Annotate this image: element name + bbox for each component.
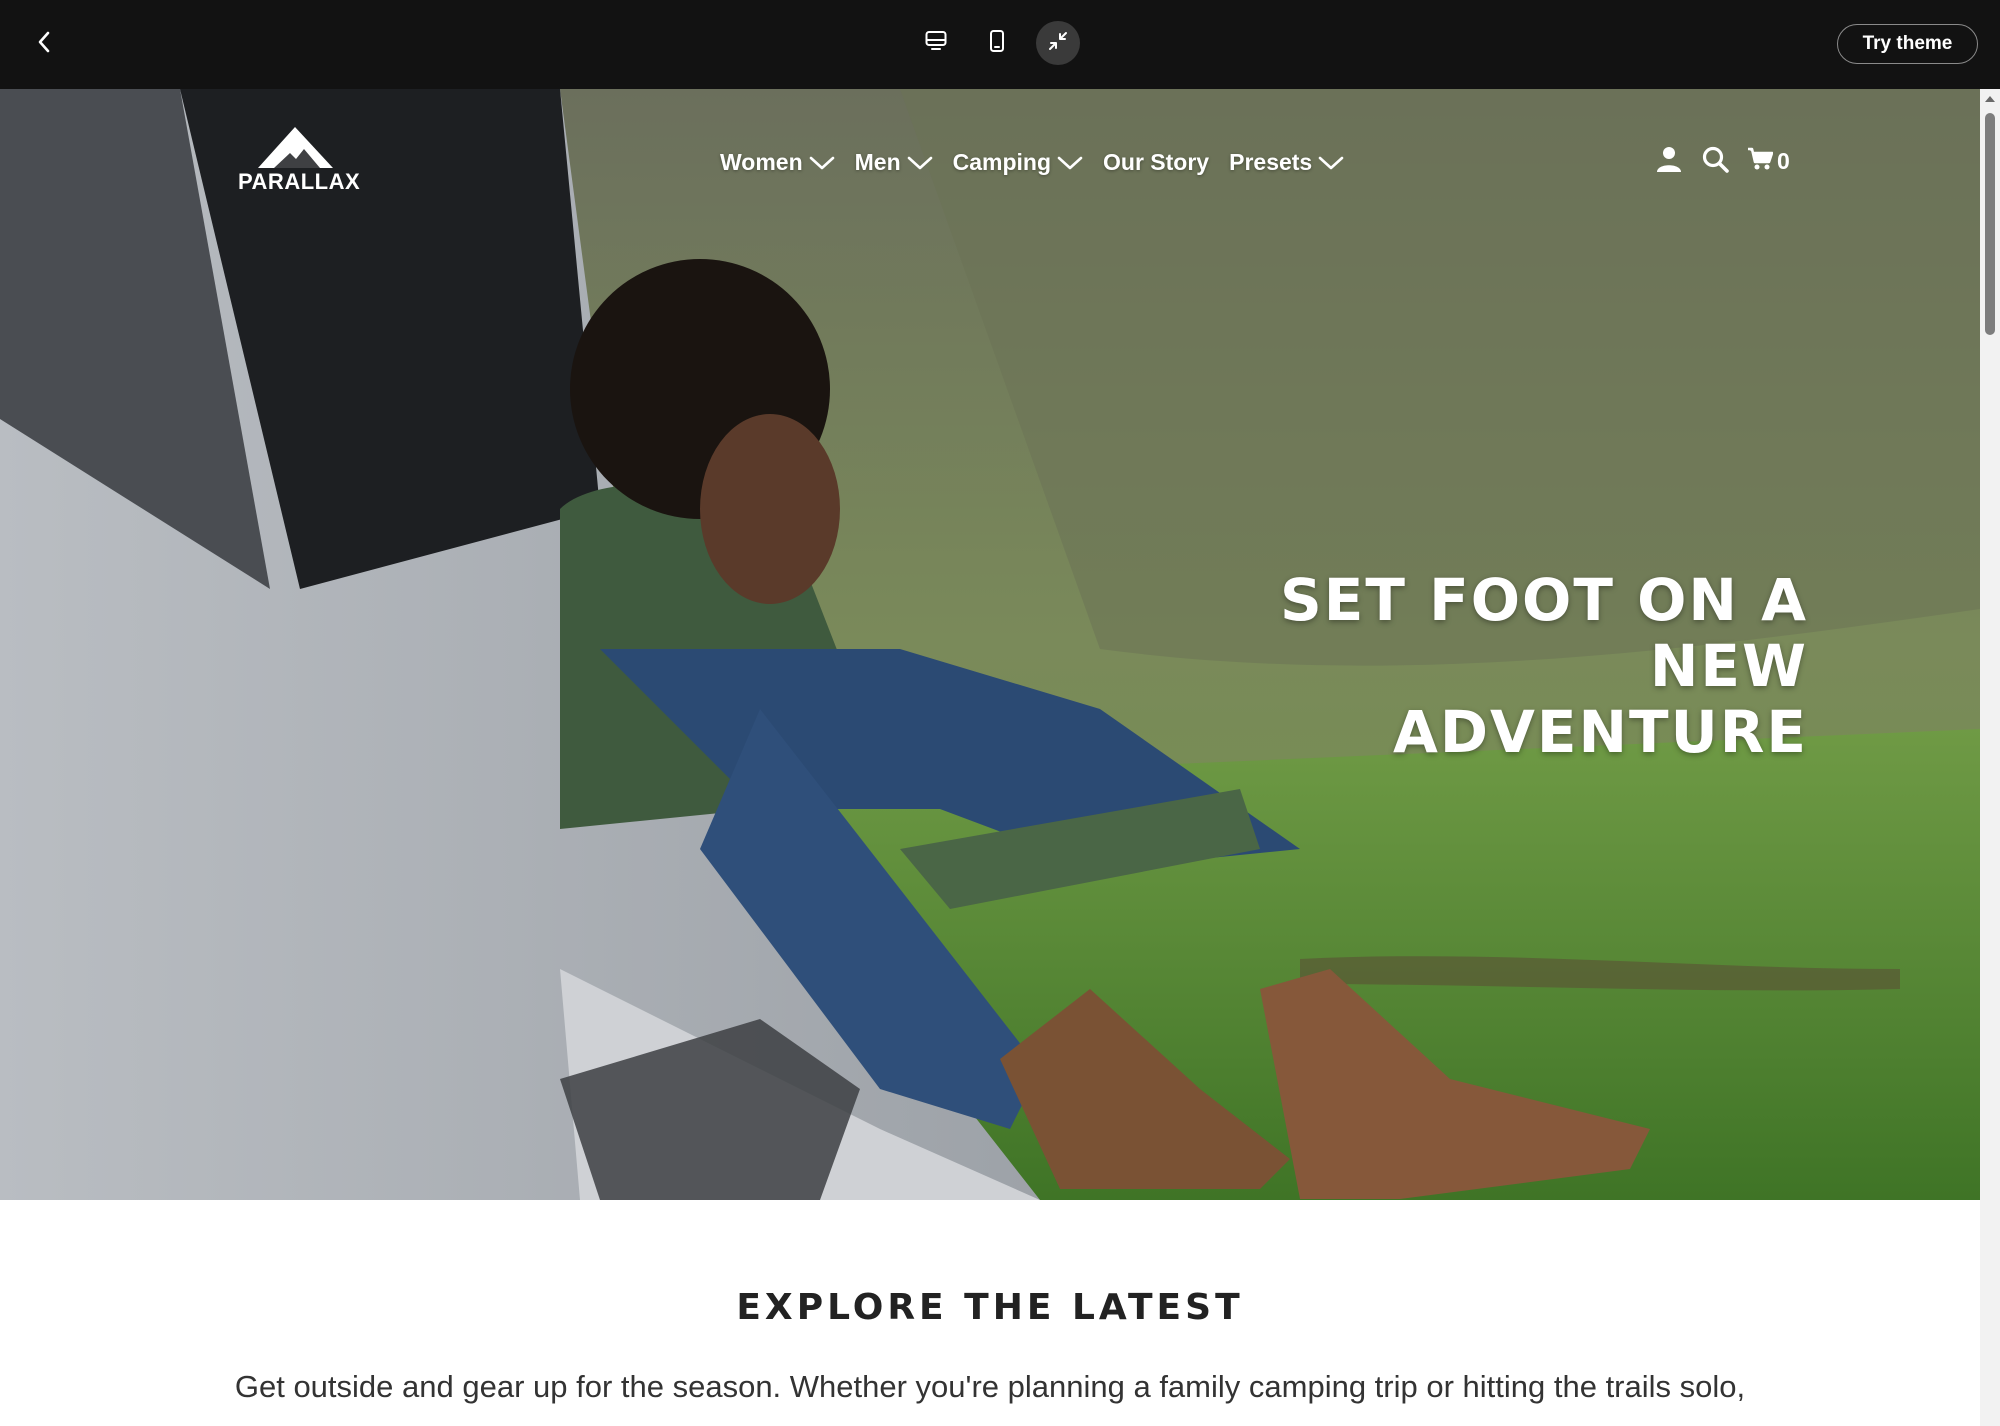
chevron-down-icon	[1318, 155, 1344, 171]
try-theme-button[interactable]: Try theme	[1837, 24, 1978, 64]
nav-item-label: Men	[854, 149, 901, 175]
chevron-down-icon	[907, 155, 933, 171]
hero-banner: PARALLAX Women Men Camping Our Story Pre…	[0, 89, 1980, 1200]
main-navigation: Women Men Camping Our Story Presets	[720, 149, 1344, 176]
cart-button[interactable]: 0	[1747, 146, 1790, 176]
chevron-left-icon	[37, 31, 51, 57]
vertical-scrollbar[interactable]	[1980, 89, 2000, 1426]
search-button[interactable]	[1701, 145, 1729, 177]
nav-item-camping[interactable]: Camping	[953, 149, 1083, 176]
desktop-icon	[924, 29, 948, 57]
nav-item-presets[interactable]: Presets	[1229, 149, 1344, 176]
nav-item-our-story[interactable]: Our Story	[1103, 149, 1209, 176]
view-mode-group	[914, 21, 1080, 65]
logo-text: PARALLAX	[238, 169, 361, 194]
mobile-view-button[interactable]	[975, 21, 1019, 65]
nav-item-label: Women	[720, 149, 803, 175]
scrollbar-thumb[interactable]	[1985, 113, 1995, 335]
parallax-logo[interactable]: PARALLAX	[238, 125, 361, 197]
cart-icon	[1747, 146, 1774, 176]
header-actions: 0	[1655, 145, 1790, 177]
desktop-view-button[interactable]	[914, 21, 958, 65]
hero-headline: SET FOOT ON A NEW ADVENTURE	[1100, 567, 1808, 765]
mobile-icon	[985, 29, 1009, 57]
mountain-logo-icon	[258, 127, 333, 168]
collapse-icon	[1046, 29, 1070, 57]
nav-item-men[interactable]: Men	[855, 149, 933, 176]
section-title: EXPLORE THE LATEST	[736, 1287, 1244, 1328]
search-icon	[1701, 145, 1729, 177]
scroll-up-arrow-icon[interactable]	[1984, 93, 1996, 105]
account-button[interactable]	[1655, 145, 1683, 177]
nav-item-label: Presets	[1229, 149, 1313, 175]
chevron-down-icon	[809, 155, 835, 171]
back-button[interactable]	[24, 24, 64, 64]
section-description: Get outside and gear up for the season. …	[234, 1369, 1746, 1404]
nav-item-label: Our Story	[1103, 149, 1210, 175]
hero-headline-line2: ADVENTURE	[1392, 698, 1808, 766]
nav-item-women[interactable]: Women	[720, 149, 835, 176]
fullscreen-collapse-button[interactable]	[1036, 21, 1080, 65]
chevron-down-icon	[1057, 155, 1083, 171]
nav-item-label: Camping	[952, 149, 1052, 175]
preview-toolbar: Try theme	[0, 0, 2000, 89]
hero-headline-line1: SET FOOT ON A NEW	[1279, 566, 1808, 700]
user-icon	[1655, 145, 1683, 177]
cart-count: 0	[1777, 147, 1790, 174]
page-viewport: PARALLAX Women Men Camping Our Story Pre…	[0, 89, 1980, 1426]
